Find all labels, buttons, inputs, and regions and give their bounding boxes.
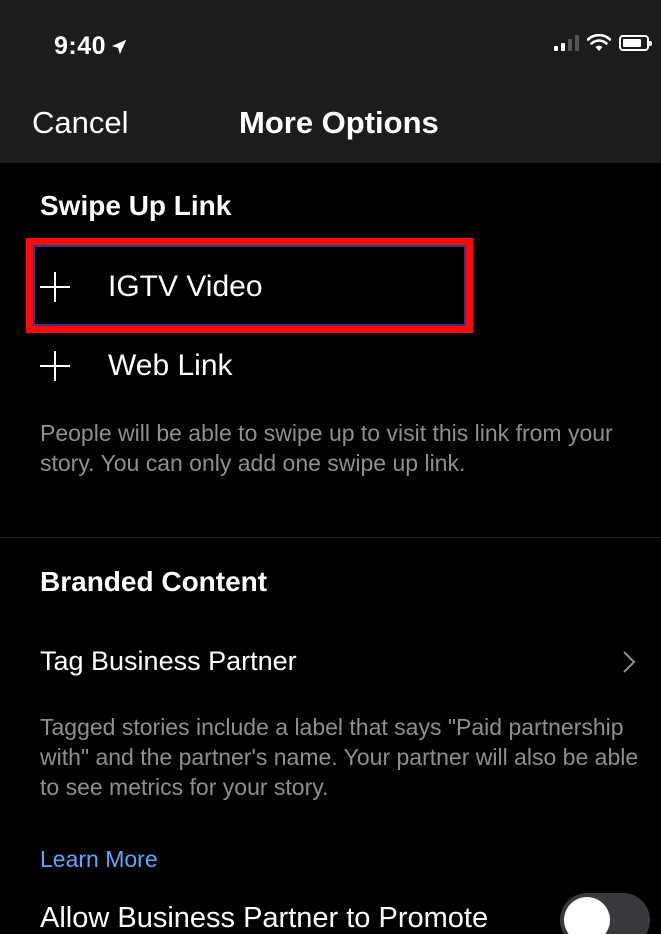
learn-more-link[interactable]: Learn More bbox=[40, 846, 158, 873]
status-icons bbox=[554, 34, 652, 52]
cancel-button[interactable]: Cancel bbox=[32, 105, 129, 141]
page-title: More Options bbox=[239, 105, 439, 140]
status-time: 9:40 bbox=[54, 32, 128, 61]
web-link-label: Web Link bbox=[108, 349, 233, 382]
chevron-right-icon bbox=[623, 651, 636, 673]
branded-content-description: Tagged stories include a label that says… bbox=[40, 714, 639, 800]
allow-promote-toggle[interactable] bbox=[560, 893, 650, 934]
branded-content-section-title: Branded Content bbox=[40, 566, 268, 597]
top-bar: 9:40 Cancel More Options bbox=[0, 0, 661, 163]
location-arrow-icon bbox=[111, 39, 127, 54]
web-link-option[interactable]: Web Link bbox=[40, 349, 233, 383]
tag-business-partner-label: Tag Business Partner bbox=[40, 646, 297, 676]
status-time-text: 9:40 bbox=[54, 32, 107, 60]
tag-business-partner-row[interactable]: Tag Business Partner bbox=[40, 646, 661, 677]
wifi-icon bbox=[587, 34, 611, 51]
cellular-signal-icon bbox=[554, 35, 579, 51]
more-options-screen: 9:40 Cancel More Options Swipe Up Link I… bbox=[0, 0, 661, 934]
section-divider bbox=[0, 537, 661, 538]
swipe-up-description: People will be able to swipe up to visit… bbox=[40, 420, 613, 476]
toggle-knob bbox=[564, 897, 610, 934]
igtv-video-highlight-box bbox=[26, 238, 473, 333]
allow-promote-label: Allow Business Partner to Promote bbox=[40, 902, 489, 934]
plus-icon bbox=[40, 351, 70, 381]
battery-icon bbox=[619, 35, 652, 51]
swipe-up-section-title: Swipe Up Link bbox=[40, 190, 232, 221]
